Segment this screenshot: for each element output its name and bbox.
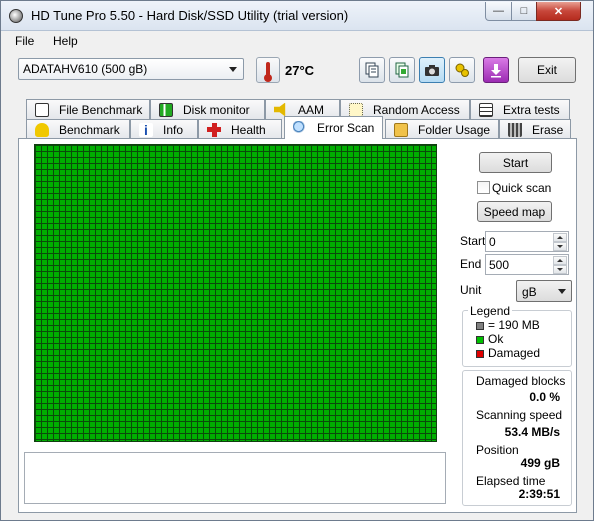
spin-up-icon[interactable]	[553, 256, 567, 265]
options-button[interactable]	[449, 57, 475, 83]
tab-error-scan[interactable]: Error Scan	[284, 116, 383, 139]
tab-folder-usage[interactable]: Folder Usage	[385, 119, 499, 139]
unit-select[interactable]: gB	[516, 280, 572, 302]
menu-help[interactable]: Help	[53, 34, 78, 48]
tab-label: Error Scan	[317, 121, 375, 135]
save-button[interactable]	[483, 57, 509, 83]
tab-erase[interactable]: Erase	[499, 119, 571, 139]
tab-file-benchmark[interactable]: File Benchmark	[26, 99, 150, 119]
unit-select-value: gB	[522, 285, 537, 299]
damaged-blocks-label: Damaged blocks	[476, 374, 566, 388]
end-field-label: End	[460, 257, 482, 271]
menu-bar: File Help	[1, 31, 593, 51]
health-cross-icon	[207, 122, 221, 137]
drive-select-value: ADATAHV610 (500 gB)	[23, 62, 148, 76]
legend-block-size: = 190 MB	[488, 318, 540, 332]
app-window: HD Tune Pro 5.50 - Hard Disk/SSD Utility…	[0, 0, 594, 521]
magnifier-icon	[293, 121, 307, 135]
unit-label: Unit	[460, 283, 482, 297]
quick-scan-label: Quick scan	[492, 181, 552, 195]
minimize-button[interactable]: —	[485, 2, 512, 21]
minimize-icon: —	[493, 5, 504, 17]
trash-icon	[508, 122, 522, 137]
speaker-icon	[274, 102, 286, 117]
save-download-icon	[491, 64, 501, 78]
title-bar: HD Tune Pro 5.50 - Hard Disk/SSD Utility…	[1, 1, 593, 31]
tab-label: Folder Usage	[418, 122, 491, 137]
maximize-button[interactable]: □	[511, 2, 537, 21]
benchmark-bulb-icon	[35, 122, 49, 137]
start-input-value: 0	[489, 235, 496, 249]
screenshot-camera-icon	[425, 65, 439, 76]
window-title: HD Tune Pro 5.50 - Hard Disk/SSD Utility…	[31, 8, 349, 23]
quick-scan-checkbox[interactable]	[477, 181, 490, 194]
end-input-value: 500	[489, 258, 510, 272]
start-input[interactable]: 0	[485, 231, 569, 252]
close-button[interactable]: ✕	[536, 2, 581, 21]
tab-label: Disk monitor	[183, 102, 250, 117]
random-access-icon	[349, 102, 363, 117]
tab-label: Erase	[532, 122, 564, 137]
tab-label: File Benchmark	[59, 102, 143, 117]
scan-block-grid	[34, 144, 437, 442]
elapsed-time-value: 2:39:51	[518, 487, 560, 501]
tab-label: Benchmark	[59, 122, 120, 137]
disk-monitor-icon	[159, 102, 173, 117]
legend-block-swatch	[476, 322, 484, 330]
chevron-down-icon	[558, 289, 566, 294]
app-disk-icon	[9, 9, 23, 23]
legend-ok-swatch	[476, 336, 484, 344]
scan-log	[24, 452, 446, 504]
spin-down-icon[interactable]	[553, 242, 567, 251]
legend-damaged-label: Damaged	[488, 346, 541, 360]
tab-label: AAM	[298, 102, 325, 117]
tab-health[interactable]: Health	[198, 119, 282, 139]
position-value: 499 gB	[520, 456, 560, 470]
temperature-readout: 27°C	[285, 63, 315, 78]
menu-file[interactable]: File	[15, 34, 34, 48]
tab-label: Health	[231, 122, 266, 137]
copy-button[interactable]	[359, 57, 385, 83]
file-benchmark-icon	[35, 102, 49, 117]
spin-down-icon[interactable]	[553, 265, 567, 274]
tab-benchmark[interactable]: Benchmark	[26, 119, 130, 139]
position-label: Position	[476, 443, 519, 457]
copy-all-icon	[395, 62, 409, 78]
extra-tests-icon	[479, 102, 493, 117]
copy-all-button[interactable]	[389, 57, 415, 83]
info-icon: i	[139, 122, 153, 137]
chevron-down-icon	[229, 67, 237, 72]
end-input[interactable]: 500	[485, 254, 569, 275]
damaged-blocks-value: 0.0 %	[529, 390, 560, 404]
thermometer-icon	[256, 57, 280, 83]
tab-label: Random Access	[373, 102, 460, 117]
close-icon: ✕	[553, 5, 564, 18]
legend-ok-label: Ok	[488, 332, 504, 346]
maximize-icon: □	[520, 5, 528, 17]
tab-label: Info	[163, 122, 184, 137]
start-field-label: Start	[460, 234, 486, 248]
elapsed-time-label: Elapsed time	[476, 474, 546, 488]
copy-icon	[365, 62, 379, 78]
screenshot-button[interactable]	[419, 57, 445, 83]
tab-label: Extra tests	[503, 102, 560, 117]
speed-map-button[interactable]: Speed map	[477, 201, 552, 222]
scanning-speed-label: Scanning speed	[476, 408, 563, 422]
legend-damaged-swatch	[476, 350, 484, 358]
tab-disk-monitor[interactable]: Disk monitor	[150, 99, 265, 119]
legend-title: Legend	[468, 304, 513, 318]
start-button[interactable]: Start	[479, 152, 552, 173]
tab-extra-tests[interactable]: Extra tests	[470, 99, 570, 119]
drive-select[interactable]: ADATAHV610 (500 gB)	[18, 58, 244, 80]
scanning-speed-value: 53.4 MB/s	[504, 425, 560, 439]
spin-up-icon[interactable]	[553, 233, 567, 242]
folder-icon	[394, 122, 408, 137]
tab-info[interactable]: i Info	[130, 119, 198, 139]
options-icon	[455, 63, 469, 77]
exit-button[interactable]: Exit	[518, 57, 576, 83]
